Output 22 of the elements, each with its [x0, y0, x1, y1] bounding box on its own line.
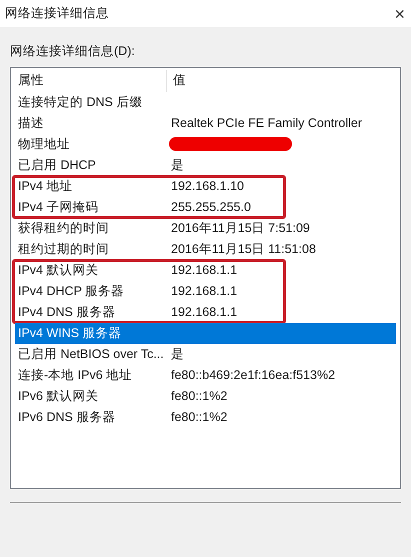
list-row[interactable]: IPv4 DNS 服务器 192.168.1.1: [15, 302, 396, 323]
window-title: 网络连接详细信息: [5, 5, 109, 22]
list-row[interactable]: IPv4 默认网关 192.168.1.1: [15, 260, 396, 281]
column-header[interactable]: 值: [167, 70, 186, 92]
list-row[interactable]: IPv4 WINS 服务器: [15, 322, 396, 344]
list-label: 网络连接详细信息(D):: [10, 43, 135, 60]
list-row[interactable]: 物理地址: [15, 134, 396, 155]
close-button[interactable]: ×: [392, 4, 407, 22]
column-header[interactable]: 属性: [15, 70, 167, 92]
details-list[interactable]: [10, 66, 401, 489]
list-row[interactable]: IPv4 子网掩码 255.255.255.0: [15, 196, 396, 218]
list-row[interactable]: 描述 Realtek PCIe FE Family Controller: [15, 112, 396, 134]
list-row[interactable]: IPv4 DHCP 服务器 192.168.1.1: [15, 280, 396, 302]
list-row[interactable]: 连接特定的 DNS 后缀: [15, 92, 396, 113]
list-row[interactable]: 已启用 NetBIOS over Tc... 是: [15, 344, 396, 365]
list-row[interactable]: 连接-本地 IPv6 地址 fe80::b469:2e1f:16ea:f513%2: [15, 364, 396, 386]
list-row[interactable]: IPv6 DNS 服务器 fe80::1%2: [15, 406, 396, 428]
list-row[interactable]: 租约过期的时间 2016年11月15日 11:51:08: [15, 238, 396, 260]
list-row[interactable]: 获得租约的时间 2016年11月15日 7:51:09: [15, 218, 396, 239]
list-row[interactable]: IPv4 地址 192.168.1.10: [15, 176, 396, 197]
list-row[interactable]: 已启用 DHCP 是: [15, 154, 396, 176]
list-row[interactable]: IPv6 默认网关 fe80::1%2: [15, 386, 396, 407]
